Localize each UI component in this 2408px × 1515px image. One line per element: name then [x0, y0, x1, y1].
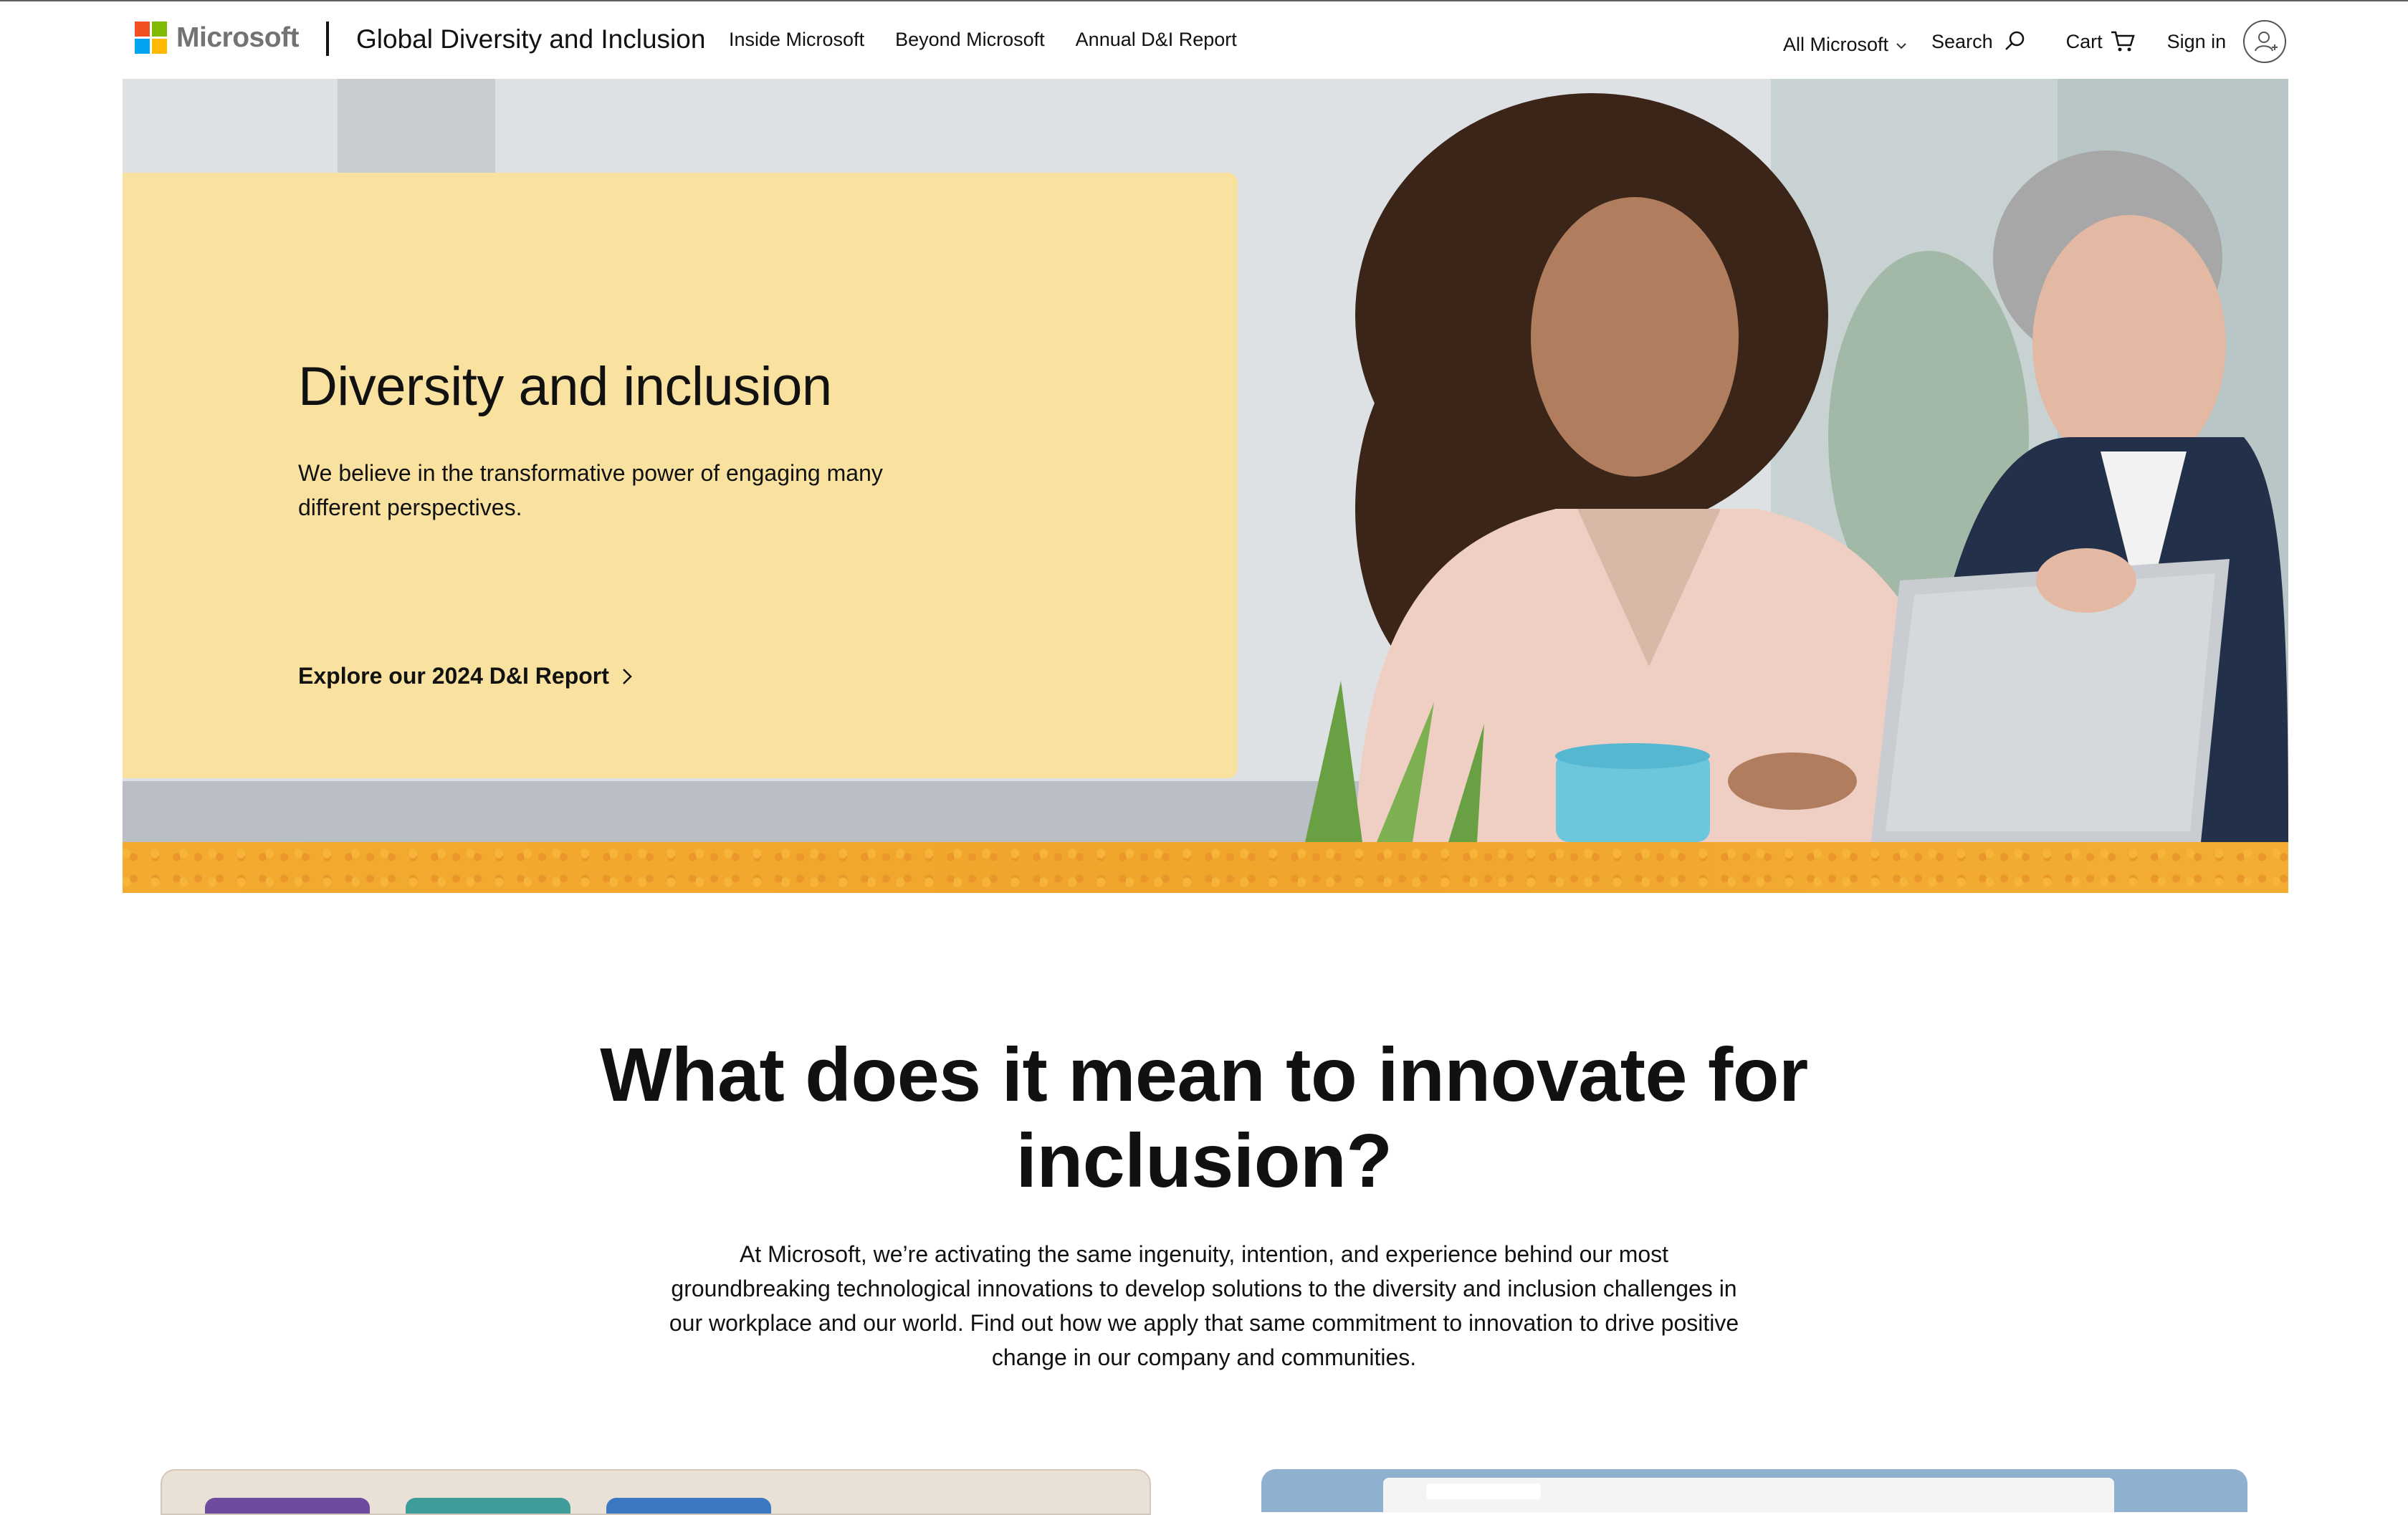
hero-card: Diversity and inclusion We believe in th…	[123, 173, 1238, 778]
hero-banner: Diversity and inclusion We believe in th…	[123, 79, 2288, 893]
section-title: What does it mean to innovate for inclus…	[600, 1033, 1808, 1203]
card-screenshot-tab	[1426, 1483, 1541, 1499]
card-shape-teal	[406, 1498, 570, 1514]
section-body: At Microsoft, we’re activating the same …	[669, 1241, 1739, 1370]
utility-nav: All Microsoft Search Cart Sign in	[1783, 20, 2287, 63]
search-button[interactable]: Search	[1931, 29, 2027, 54]
card-screenshot-window	[1383, 1478, 2114, 1512]
hero-texture-band	[123, 842, 2288, 893]
primary-nav: Inside Microsoft Beyond Microsoft Annual…	[729, 29, 1268, 51]
card-shape-purple	[205, 1498, 370, 1514]
feature-card-left[interactable]	[161, 1469, 1151, 1515]
nav-inside-microsoft[interactable]: Inside Microsoft	[729, 29, 864, 51]
hero-title: Diversity and inclusion	[298, 356, 832, 417]
nav-beyond-microsoft[interactable]: Beyond Microsoft	[895, 29, 1045, 51]
all-microsoft-menu[interactable]: All Microsoft	[1783, 34, 1907, 56]
brand-name: Microsoft	[176, 22, 300, 53]
header-divider	[326, 21, 329, 56]
search-label: Search	[1931, 30, 1993, 52]
all-microsoft-label: All Microsoft	[1783, 33, 1889, 55]
site-header: Microsoft Global Diversity and Inclusion…	[0, 1, 2408, 79]
chevron-right-icon	[623, 668, 632, 684]
sign-in-button[interactable]: Sign in	[2167, 20, 2287, 63]
explore-report-link[interactable]: Explore our 2024 D&I Report	[298, 663, 634, 689]
sign-in-label: Sign in	[2166, 30, 2227, 52]
cart-label: Cart	[2065, 30, 2103, 52]
card-shape-blue	[606, 1498, 771, 1514]
user-avatar-icon	[2243, 20, 2287, 63]
cart-button[interactable]: Cart	[2066, 29, 2136, 54]
site-title[interactable]: Global Diversity and Inclusion	[356, 24, 705, 54]
nav-annual-report[interactable]: Annual D&I Report	[1076, 29, 1237, 51]
hero-subtitle: We believe in the transformative power o…	[298, 460, 883, 520]
feature-card-right[interactable]	[1261, 1469, 2247, 1512]
microsoft-logo[interactable]: Microsoft	[135, 20, 300, 56]
cart-icon	[2111, 31, 2135, 52]
explore-report-label: Explore our 2024 D&I Report	[298, 663, 609, 689]
microsoft-logo-icon	[135, 21, 168, 54]
chevron-down-icon	[1896, 43, 1906, 49]
search-icon	[2005, 31, 2024, 50]
